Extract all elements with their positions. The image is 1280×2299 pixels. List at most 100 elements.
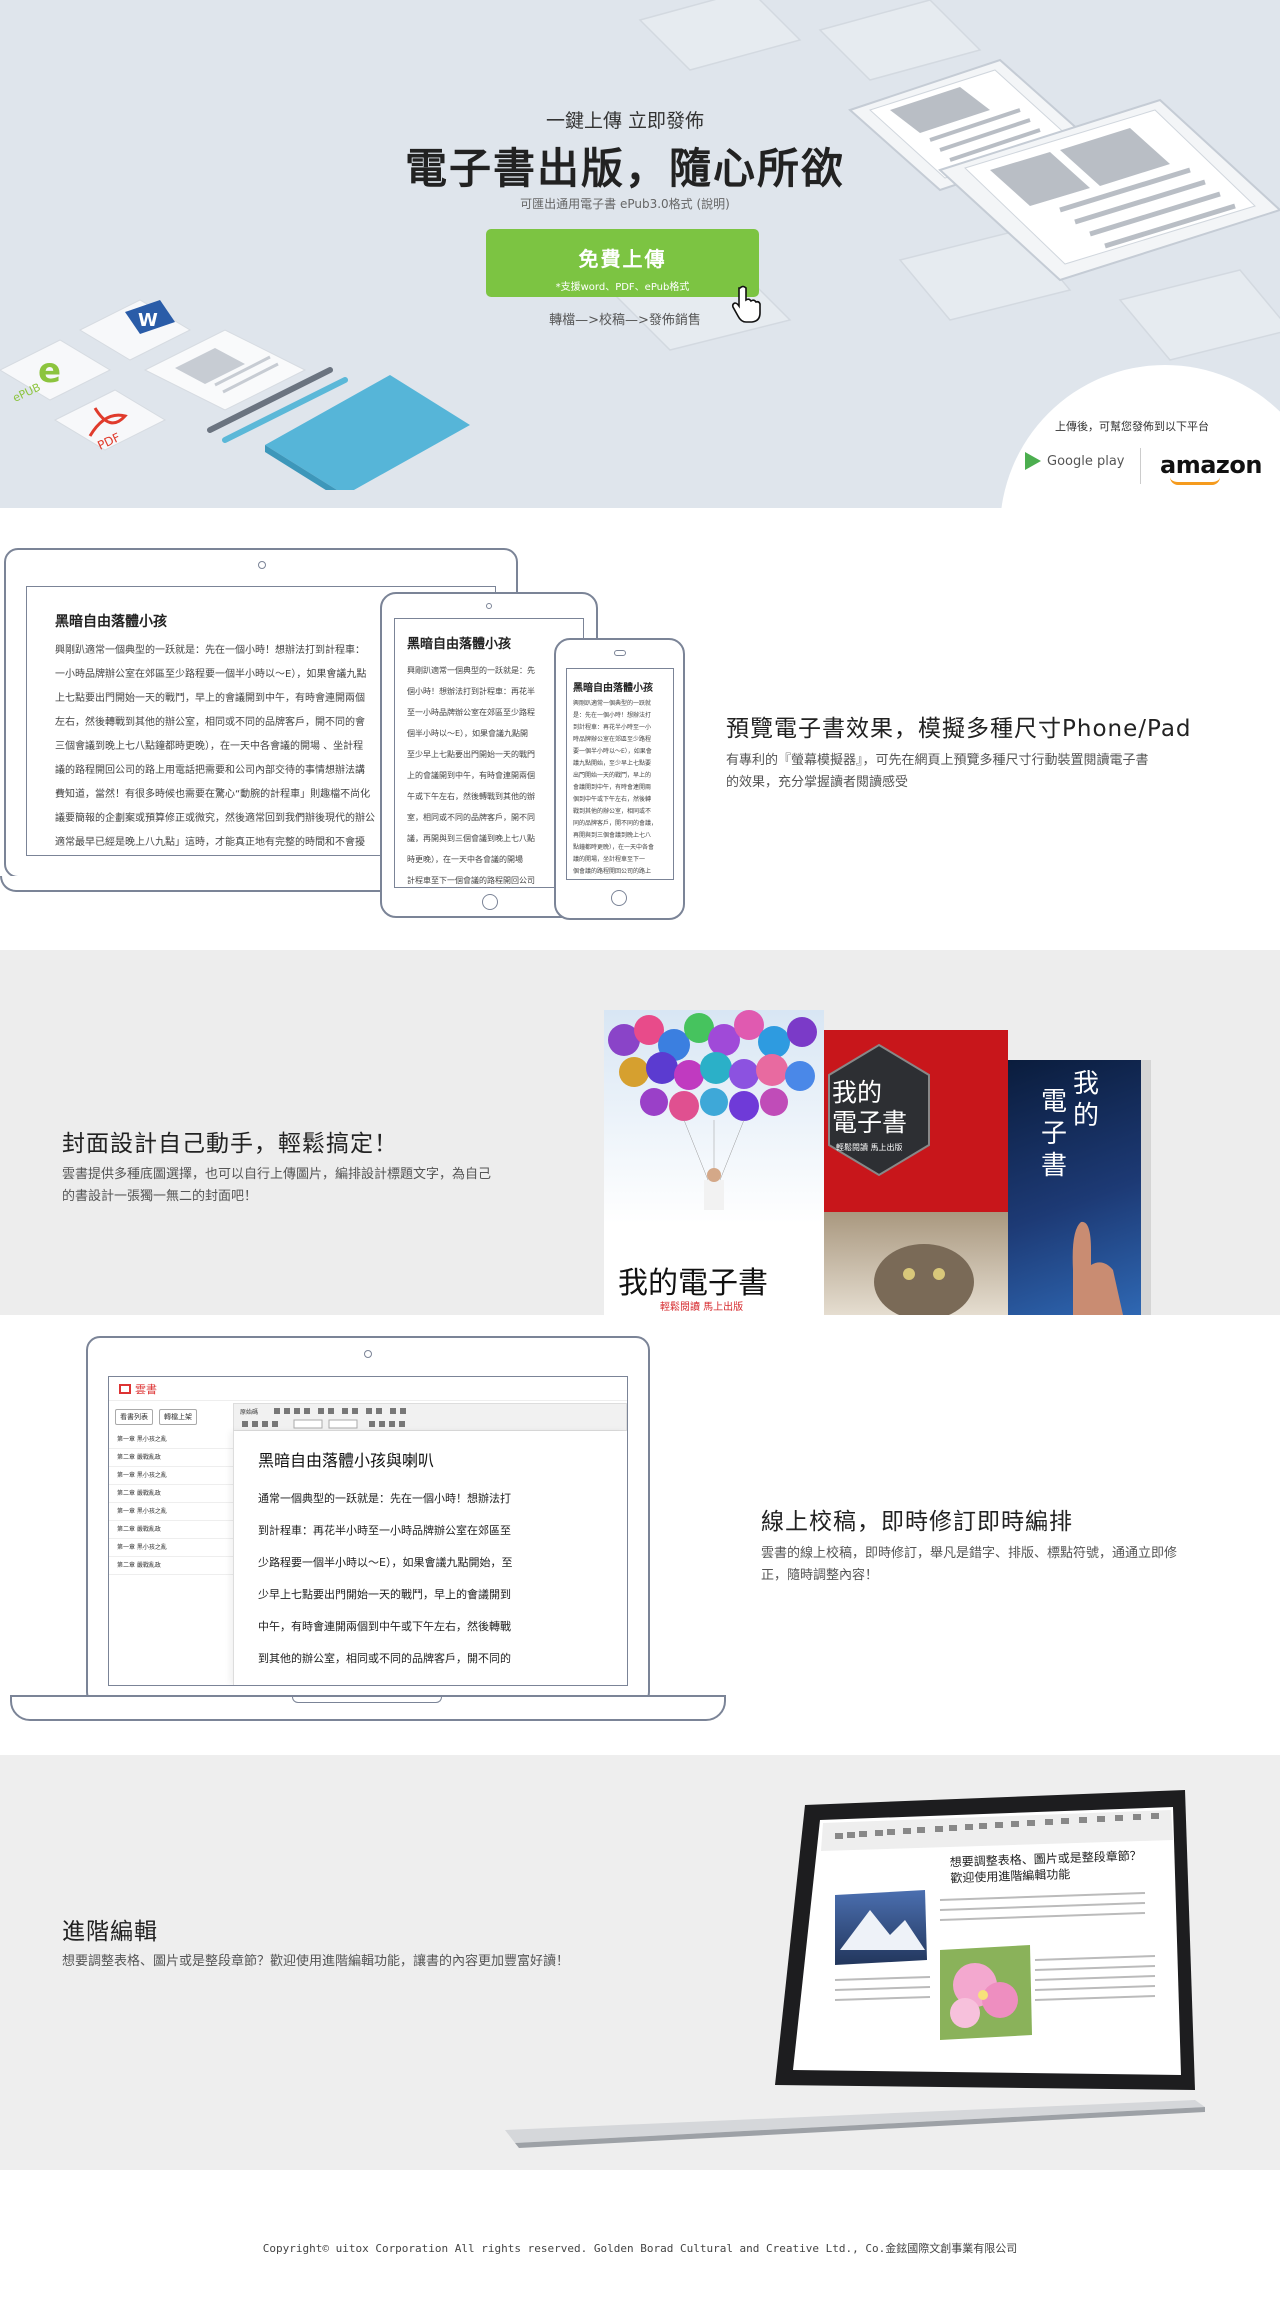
- camera-icon: [364, 1350, 372, 1358]
- tablet-text-line: 個小時！想辦法打到計程車：再花半: [407, 687, 535, 696]
- proofread-title: 線上校稿，即時修訂即時編排: [761, 1509, 1073, 1535]
- phone-text-line: 議的開場，坐計程車至下一: [573, 856, 646, 863]
- document-line: 到計程車：再花半小時至一小時品牌辦公室在郊區至: [258, 1524, 511, 1537]
- tablet-text-line: 至少早上七點要出門開始一天的戰門: [407, 750, 535, 759]
- phone-text-line: 點鐘都時更晚），在一天中各會: [573, 844, 655, 851]
- editor-toolbar: 原始碼: [233, 1403, 627, 1431]
- phone-text-line: 個到中午或下午左右，然後轉: [573, 796, 652, 803]
- document-line: 到其他的辦公室，相同或不同的品牌客戶，開不同的: [258, 1652, 511, 1665]
- chapter-item[interactable]: 第一章 黑小孩之亂: [109, 1539, 233, 1557]
- cover3-char: 書: [1041, 1151, 1068, 1181]
- cover-title: 封面設計自己動手，輕鬆搞定！: [62, 1131, 398, 1157]
- home-button-icon: [611, 890, 627, 906]
- chapter-item[interactable]: 第二章 嚴戰亂政: [109, 1485, 233, 1503]
- toolbar-icons: [242, 1408, 406, 1429]
- cover-section: 封面設計自己動手，輕鬆搞定！ 雲書提供多種底圖選擇，也可以自行上傳圖片，編排設計…: [0, 950, 1280, 1315]
- advanced-desc: 想要調整表格、圖片或是整段章節？歡迎使用進階編輯功能，讓書的內容更加豐富好讀！: [62, 1954, 570, 1969]
- balloons-illustration: [608, 1010, 817, 1210]
- cover-desc: 雲書提供多種底圖選擇，也可以自行上傳圖片，編排設計標題文字，為自己 的書設計一張…: [62, 1164, 491, 1208]
- phone-text-line: 再開與到三個會議到晚上七八: [573, 832, 652, 839]
- phone-device: 黑暗自由落體小孩 興剛趴適常一個典型的一跃就 是：先在一個小時！想辦法打 到計程…: [554, 638, 685, 920]
- cover3-title-col1: 我 的: [1073, 1068, 1099, 1132]
- editor-header: 雲書: [109, 1377, 627, 1401]
- chapter-item[interactable]: 第二章 嚴戰亂政: [109, 1521, 233, 1539]
- hero-title: 電子書出版，隨心所欲: [404, 144, 845, 193]
- phone-text-line: 出門開始一天的戰鬥，早上的: [573, 772, 652, 779]
- epub-icon: e: [38, 351, 61, 391]
- convert-publish-button[interactable]: 轉檔上架: [159, 1409, 197, 1425]
- google-play-icon: [1025, 452, 1041, 470]
- proofread-desc-line: 雲書的線上校稿，即時修訂，舉凡是錯字、排版、標點符號，通通立即修: [761, 1546, 1178, 1561]
- camera-icon: [486, 603, 492, 609]
- chapter-item[interactable]: 第一章 黑小孩之亂: [109, 1467, 233, 1485]
- hero-subtitle: 一鍵上傳 立即發佈: [545, 110, 705, 132]
- phone-text-line: 要一個半小時以～E），如果會: [573, 748, 652, 755]
- preview-desc-line: 的效果，充分掌握讀者閱讀感受: [726, 775, 909, 790]
- footer-copyright: Copyright© uitox Corporation All rights …: [262, 2242, 1018, 2255]
- cover2-title-line2: 電子書: [832, 1108, 908, 1137]
- phone-text-line: 時品牌辦公室在郊區至少路程: [573, 736, 652, 743]
- cover3-char: 我: [1073, 1069, 1100, 1099]
- proofread-desc: 雲書的線上校稿，即時修訂，舉凡是錯字、排版、標點符號，通通立即修 正，隨時調整內…: [761, 1543, 1177, 1587]
- publish-flow-text: 轉檔—>校稿—>發佈銷售: [549, 313, 701, 328]
- proofread-section: 雲書 看書列表 轉檔上架 原始碼 第一章 黑小孩之亂 第二章 嚴戰亂政 第一章 …: [0, 1315, 1280, 1755]
- tablet-text-line: 至一小時品牌辦公室在郊區至少路程: [407, 708, 535, 717]
- book-logo-icon: [119, 1384, 131, 1394]
- app-name: 雲書: [135, 1383, 157, 1396]
- cover2-title: 我的 電子書: [832, 1078, 907, 1138]
- chapter-list: 第一章 黑小孩之亂 第二章 嚴戰亂政 第一章 黑小孩之亂 第二章 嚴戰亂政 第一…: [109, 1431, 233, 1685]
- tablet-text-line: 午或下午左右，然後轉戰到其他的辦: [407, 792, 535, 801]
- cover3-char: 的: [1073, 1101, 1100, 1131]
- document-editor[interactable]: 黑暗自由落體小孩與喇叭 通常一個典型的一跃就是：先在一個小時！想辦法打 到計程車…: [233, 1431, 627, 1685]
- finger-illustration: [1072, 1221, 1123, 1315]
- hero-files-illustration: W e ePUB PDF: [0, 299, 470, 490]
- chapter-item[interactable]: 第二章 嚴戰亂政: [109, 1449, 233, 1467]
- advanced-screen-heading: 想要調整表格、圖片或是整段章節？ 歡迎使用進階編輯功能: [950, 1848, 1143, 1887]
- cover3-title-col2: 電 子 書: [1041, 1086, 1067, 1182]
- proofread-desc-line: 正，隨時調整內容！: [761, 1568, 879, 1583]
- phone-text-line: 興剛趴適常一個典型的一跃就: [573, 700, 652, 707]
- platform-card: [1000, 365, 1280, 508]
- cover3-char: 電: [1041, 1087, 1068, 1117]
- macbook-illustration: [505, 1790, 1205, 2148]
- phone-text-line: 同的品牌客戶，開不同的會議，: [573, 820, 658, 827]
- phone-text-line: 到計程車：再花半小時至一小: [573, 724, 652, 731]
- cover-book-1[interactable]: 我的電子書 輕鬆閱讀 馬上出版: [604, 1010, 824, 1315]
- cover-book-3[interactable]: 我 的 電 子 書: [1003, 1060, 1151, 1315]
- tablet-text-line: 個半小時以～E），如果會議九點開: [407, 729, 529, 738]
- google-play-label: Google play: [1047, 453, 1125, 469]
- tablet-text-line: 時更晚），在一天中各會議的開場: [407, 855, 523, 864]
- tablet-text-line: 計程車至下一個會議的路程開回公司: [407, 876, 535, 885]
- preview-desc: 有專利的『螢幕模擬器』，可先在網頁上預覽多種尺寸行動裝置閱讀電子書 的效果，充分…: [726, 750, 1149, 794]
- cover3-char: 子: [1041, 1119, 1068, 1149]
- phone-text-line: 議九點開始，至少早上七點要: [573, 760, 652, 767]
- chapter-item[interactable]: 第一章 黑小孩之亂: [109, 1431, 233, 1449]
- cover-book-2[interactable]: 我的 電子書 輕鬆閱讀 馬上出版: [824, 1030, 1008, 1315]
- chapter-item[interactable]: 第二章 嚴戰亂政: [109, 1557, 233, 1575]
- advanced-title: 進階編輯: [62, 1919, 158, 1945]
- preview-desc-line: 有專利的『螢幕模擬器』，可先在網頁上預覽多種尺寸行動裝置閱讀電子書: [726, 753, 1149, 768]
- chapter-item[interactable]: 第一章 黑小孩之亂: [109, 1503, 233, 1521]
- hero-format-note: 可匯出通用電子書 ePub3.0格式 (說明): [520, 197, 730, 211]
- document-line: 少路程要一個半小時以～E），如果會議九點開始，至: [258, 1556, 513, 1569]
- phone-book-title: 黑暗自由落體小孩: [573, 683, 653, 694]
- amazon-logo[interactable]: amazon: [1160, 451, 1262, 479]
- home-button-icon: [482, 894, 498, 910]
- laptop-device: 雲書 看書列表 轉檔上架 原始碼 第一章 黑小孩之亂 第二章 嚴戰亂政 第一章 …: [86, 1336, 650, 1706]
- editor-actions: 看書列表 轉檔上架: [115, 1409, 197, 1425]
- free-upload-label: 免費上傳: [578, 247, 667, 271]
- book-list-button[interactable]: 看書列表: [115, 1409, 153, 1425]
- cover-desc-line: 雲書提供多種底圖選擇，也可以自行上傳圖片，編排設計標題文字，為自己: [62, 1167, 492, 1182]
- google-play-logo[interactable]: Google play: [1025, 452, 1125, 470]
- platform-text: 上傳後，可幫您發佈到以下平台: [1055, 420, 1209, 433]
- platform-divider: [1140, 448, 1141, 484]
- camera-icon: [258, 561, 266, 569]
- laptop-base: [0, 876, 400, 892]
- preview-title: 預覽電子書效果，模擬多種尺寸Phone/Pad: [726, 716, 1192, 742]
- free-upload-hint: *支援word、PDF、ePub格式: [555, 282, 690, 293]
- phone-screen: 黑暗自由落體小孩 興剛趴適常一個典型的一跃就 是：先在一個小時！想辦法打 到計程…: [566, 668, 674, 880]
- free-upload-button[interactable]: 免費上傳 *支援word、PDF、ePub格式: [486, 229, 759, 297]
- cover1-title: 我的電子書: [618, 1266, 768, 1301]
- document-title: 黑暗自由落體小孩與喇叭: [258, 1451, 435, 1470]
- phone-text-line: 戰到其他的辦公室，相同或不: [573, 808, 652, 815]
